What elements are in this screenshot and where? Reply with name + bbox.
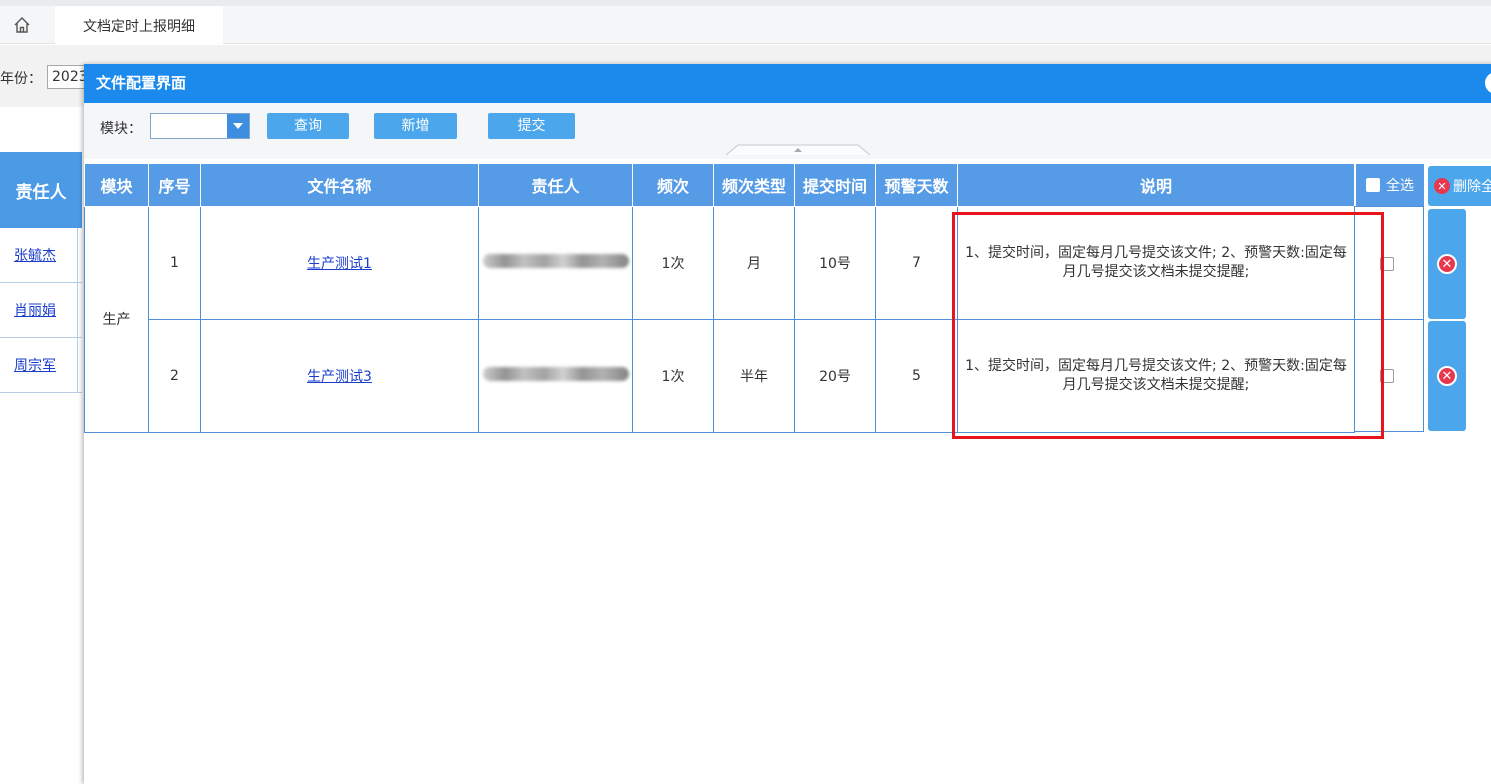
select-all-header[interactable]: 全选 xyxy=(1356,164,1424,206)
file-link[interactable]: 生产测试1 xyxy=(307,256,372,272)
col-warn-days: 预警天数 xyxy=(875,164,958,207)
col-frequency: 频次 xyxy=(632,164,714,207)
col-submit-time: 提交时间 xyxy=(794,164,876,207)
divider xyxy=(77,228,78,393)
home-icon xyxy=(14,17,30,33)
row-delete-button[interactable]: ✕ xyxy=(1428,209,1466,319)
col-file-name: 文件名称 xyxy=(200,164,479,207)
submit-time-cell: 20号 xyxy=(794,318,876,433)
owner-link[interactable]: 肖丽娟 xyxy=(14,300,56,320)
list-item: 周宗军 xyxy=(0,338,82,393)
file-config-dialog: 文件配置界面 ✕ 模块： 查询 新增 提交 模块 序号 文件名称 责任人 xyxy=(84,64,1491,784)
redacted-owner xyxy=(482,366,629,381)
frequency-cell: 1次 xyxy=(632,318,714,433)
file-cell: 生产测试1 xyxy=(200,205,479,320)
module-label: 模块： xyxy=(100,121,142,137)
seq-cell: 1 xyxy=(148,205,201,320)
frequency-cell: 1次 xyxy=(632,205,714,320)
submit-time-cell: 10号 xyxy=(794,205,876,320)
list-item: 肖丽娟 xyxy=(0,283,82,338)
delete-all-button[interactable]: ✕ 删除全 xyxy=(1428,166,1491,206)
dialog-title: 文件配置界面 xyxy=(84,64,1491,103)
chevron-down-icon[interactable] xyxy=(227,114,249,138)
tab-document-report[interactable]: 文档定时上报明细 xyxy=(55,6,223,45)
home-tab[interactable] xyxy=(0,6,44,44)
col-module: 模块 xyxy=(84,164,149,207)
module-select[interactable] xyxy=(150,113,250,139)
seq-cell: 2 xyxy=(148,318,201,433)
delete-icon: ✕ xyxy=(1437,254,1457,274)
owner-cell xyxy=(478,205,633,320)
background-table: 责任人 张毓杰 肖丽娟 周宗军 xyxy=(0,152,82,393)
submit-button[interactable]: 提交 xyxy=(488,113,575,139)
select-all-label: 全选 xyxy=(1386,178,1414,194)
freq-type-cell: 月 xyxy=(713,205,795,320)
col-freq-type: 频次类型 xyxy=(713,164,795,207)
table-header-row: 模块 序号 文件名称 责任人 频次 频次类型 提交时间 预警天数 说明 xyxy=(84,164,1355,207)
warn-days-cell: 5 xyxy=(875,318,958,433)
tab-label: 文档定时上报明细 xyxy=(83,18,195,35)
col-owner: 责任人 xyxy=(478,164,633,207)
delete-all-label: 删除全 xyxy=(1453,179,1491,195)
add-button[interactable]: 新增 xyxy=(374,113,457,139)
close-icon: ✕ xyxy=(1434,178,1450,194)
col-description: 说明 xyxy=(957,164,1355,207)
query-button[interactable]: 查询 xyxy=(267,113,349,139)
owner-link[interactable]: 张毓杰 xyxy=(14,245,56,265)
freq-type-cell: 半年 xyxy=(713,318,795,433)
owner-header: 责任人 xyxy=(0,152,82,228)
tab-bar: 文档定时上报明细 xyxy=(0,6,1491,45)
file-cell: 生产测试3 xyxy=(200,318,479,433)
delete-icon: ✕ xyxy=(1437,366,1457,386)
collapse-handle[interactable] xyxy=(726,144,870,156)
year-label: 年份： xyxy=(0,71,42,87)
select-all-checkbox[interactable] xyxy=(1366,178,1380,192)
owner-cell xyxy=(478,318,633,433)
list-item: 张毓杰 xyxy=(0,228,82,283)
owner-link[interactable]: 周宗军 xyxy=(14,355,56,375)
file-link[interactable]: 生产测试3 xyxy=(307,369,372,385)
module-cell: 生产 xyxy=(84,205,149,433)
col-seq: 序号 xyxy=(148,164,201,207)
redacted-owner xyxy=(482,253,629,268)
highlight-box xyxy=(952,212,1384,439)
row-delete-button[interactable]: ✕ xyxy=(1428,321,1466,431)
warn-days-cell: 7 xyxy=(875,205,958,320)
